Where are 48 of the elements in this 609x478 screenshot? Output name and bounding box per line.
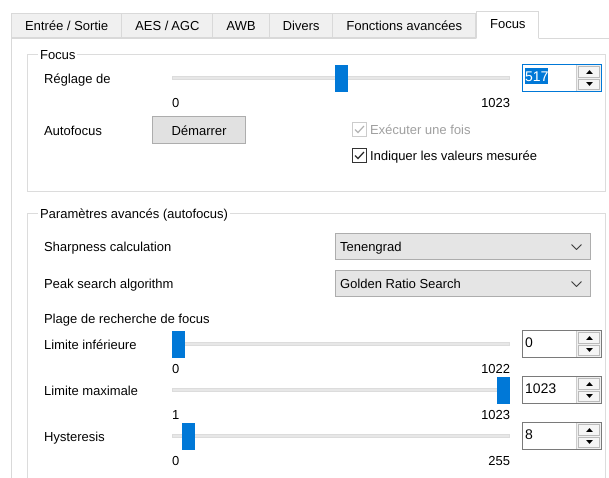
min-value: 0 — [172, 453, 180, 468]
chevron-down-icon — [571, 280, 582, 286]
chevron-down-icon — [571, 244, 582, 250]
value-text: 0 — [525, 334, 533, 350]
slider-label: Limite inférieure — [44, 336, 138, 352]
group-title: Paramètres avancés (autofocus) — [39, 206, 229, 221]
number-spinbox[interactable]: 8 — [522, 422, 602, 450]
max-value: 1023 — [481, 407, 510, 422]
slider-thumb[interactable] — [172, 330, 185, 358]
value-text: 517 — [525, 68, 548, 84]
slider-thumb[interactable] — [182, 422, 195, 450]
start-button[interactable]: Démarrer — [152, 116, 246, 144]
value-text: 8 — [525, 426, 533, 442]
max-value: 1023 — [481, 95, 510, 110]
checkbox-label: Exécuter une fois — [370, 122, 470, 137]
dropdown[interactable]: Tenengrad — [335, 233, 591, 260]
tab[interactable]: AWB — [213, 13, 270, 38]
slider-label: Réglage de — [44, 70, 112, 86]
checkbox-label: Indiquer les valeurs mesurée — [370, 148, 537, 163]
slider-track[interactable] — [172, 422, 510, 450]
number-spinbox[interactable]: 517 — [522, 64, 602, 92]
number-spinbox[interactable]: 0 — [522, 330, 602, 358]
slider-label: Hysteresis — [44, 428, 106, 444]
dropdown-label: Sharpness calculation — [44, 239, 172, 254]
min-value: 0 — [172, 361, 180, 376]
value-text: 1023 — [525, 380, 556, 396]
slider-thumb[interactable] — [334, 64, 348, 92]
tab[interactable]: Divers — [270, 13, 334, 38]
slider-track[interactable] — [172, 64, 510, 92]
autofocus-label: Autofocus — [44, 122, 103, 138]
section-label: Plage de recherche de focus — [44, 311, 210, 326]
tab[interactable]: Fonctions avancées — [333, 13, 476, 38]
tab[interactable]: AES / AGC — [122, 13, 214, 38]
max-value: 255 — [488, 453, 510, 468]
slider-thumb[interactable] — [497, 376, 510, 404]
slider-label: Limite maximale — [44, 382, 139, 398]
tab[interactable]: Focus — [476, 11, 540, 39]
min-value: 0 — [172, 95, 180, 110]
number-spinbox[interactable]: 1023 — [522, 376, 602, 404]
group-title: Focus — [39, 47, 76, 62]
slider-track[interactable] — [172, 330, 510, 358]
min-value: 1 — [172, 407, 180, 422]
dropdown[interactable]: Golden Ratio Search — [335, 270, 591, 297]
dropdown-label: Peak search algorithm — [44, 276, 174, 291]
checkbox[interactable] — [352, 148, 367, 163]
max-value: 1022 — [481, 361, 510, 376]
tab[interactable]: Entrée / Sortie — [11, 13, 122, 38]
slider-track[interactable] — [172, 376, 510, 404]
